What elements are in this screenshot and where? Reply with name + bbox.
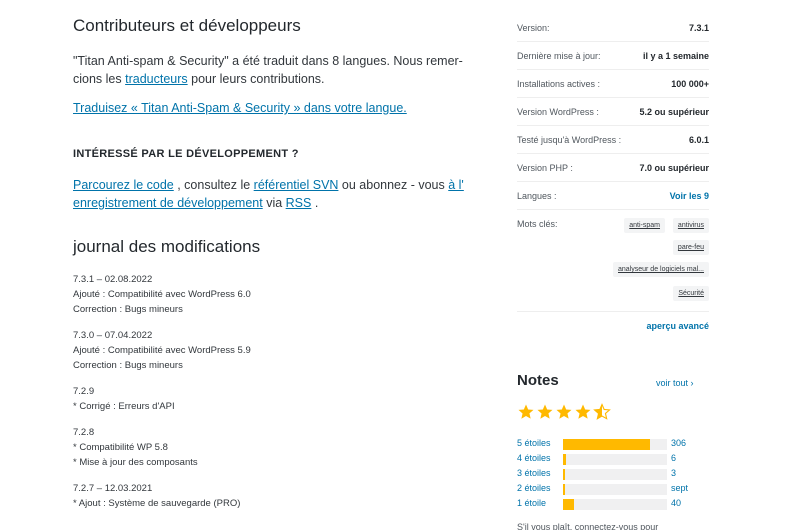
star-full-icon [556, 404, 572, 419]
meta-label: Installations actives : [517, 79, 601, 89]
changelog-entry: 7.2.7 – 12.03.2021 * Ajout : Système de … [73, 481, 473, 511]
changelog-line: Ajouté : Compatibilité avec WordPress 6.… [73, 289, 251, 300]
tag-link[interactable]: Sécurité [673, 286, 709, 301]
rating-bar [563, 469, 667, 480]
rss-link[interactable]: RSS [286, 196, 312, 210]
star-half-icon [593, 403, 611, 420]
rating-label[interactable]: 3 étoiles [517, 468, 551, 478]
rating-bar [563, 499, 667, 510]
tag-link[interactable]: analyseur de logiciels mal... [613, 262, 709, 277]
rating-row-4[interactable]: 4 étoiles 6 [517, 453, 709, 466]
changelog-entry: 7.2.8 * Compatibilité WP 5.8 * Mise à jo… [73, 425, 473, 470]
meta-value: 6.0.1 [688, 135, 709, 145]
changelog-line: Correction : Bugs mineurs [73, 360, 183, 371]
see-all-ratings-link[interactable]: voir tout › [656, 378, 694, 388]
meta-last-updated: Dernière mise à jour: il y a 1 semaine [517, 42, 709, 70]
dev-text-1: , consultez le [173, 178, 254, 192]
changelog-line: Ajouté : Compatibilité avec WordPress 5.… [73, 345, 251, 356]
rating-row-2[interactable]: 2 étoiles sept [517, 483, 709, 496]
changelog-version: 7.2.7 – 12.03.2021 [73, 483, 153, 494]
rating-row-3[interactable]: 3 étoiles 3 [517, 468, 709, 481]
changelog-line: * Ajout : Système de sauvegarde (PRO) [73, 498, 241, 509]
advanced-view-link[interactable]: aperçu avancé [646, 321, 709, 331]
meta-languages: Langues : Voir les 9 [517, 182, 709, 210]
meta-label: Dernière mise à jour: [517, 51, 601, 61]
star-full-icon [537, 404, 553, 419]
meta-label: Mots clés: [517, 219, 558, 229]
meta-tested-up-to: Testé jusqu'à WordPress : 6.0.1 [517, 126, 709, 154]
meta-value: 100 000+ [671, 79, 709, 89]
rating-bar-fill [563, 454, 567, 465]
changelog-line: * Compatibilité WP 5.8 [73, 442, 168, 453]
meta-value: 7.3.1 [688, 23, 709, 33]
rating-count: 40 [671, 498, 682, 508]
changelog-line: * Corrigé : Erreurs d'API [73, 401, 175, 412]
meta-label: Version WordPress : [517, 107, 599, 117]
tag-link[interactable]: antivirus [672, 218, 709, 233]
changelog-version: 7.2.8 [73, 427, 95, 438]
rating-row-1[interactable]: 1 étoile 40 [517, 498, 709, 511]
development-paragraph: Parcourez le code , consultez le référen… [73, 176, 473, 212]
browse-code-link[interactable]: Parcourez le code [73, 178, 174, 192]
changelog-entry: 7.3.0 – 07.04.2022 Ajouté : Compatibilit… [73, 328, 473, 373]
translated-text-after: pour leurs contributions. [187, 72, 325, 86]
star-full-icon [518, 404, 534, 419]
rating-bar-fill [563, 469, 565, 480]
changelog-line: * Mise à jour des composants [73, 457, 198, 468]
translated-paragraph: "Titan Anti-spam & Security" a été tradu… [73, 52, 473, 88]
tag-link[interactable]: pare-feu [672, 240, 709, 255]
meta-active-installs: Installations actives : 100 000+ [517, 70, 709, 98]
rating-count: 306 [671, 438, 687, 448]
rating-label[interactable]: 2 étoiles [517, 483, 551, 493]
changelog-version: 7.2.9 [73, 386, 95, 397]
rating-count: 6 [671, 453, 677, 463]
dev-text-4: . [311, 196, 319, 210]
changelog-line: Correction : Bugs mineurs [73, 304, 183, 315]
rating-bar-fill [563, 439, 651, 450]
rating-bar [563, 484, 667, 495]
meta-value: il y a 1 semaine [642, 51, 709, 61]
see-all-label: voir tout [656, 378, 689, 388]
development-heading: INTÉRESSÉ PAR LE DÉVELOPPEMENT ? [73, 148, 299, 160]
meta-label: Version: [517, 23, 550, 33]
changelog-heading: journal des modifications [73, 237, 261, 256]
dev-text-2: ou abonnez - vous [338, 178, 449, 192]
star-rating [517, 403, 611, 425]
meta-value: 5.2 ou supérieur [639, 107, 709, 117]
meta-label: Version PHP : [517, 163, 573, 173]
meta-wordpress-version: Version WordPress : 5.2 ou supérieur [517, 98, 709, 126]
dev-text-3: via [262, 196, 286, 210]
login-prompt-text: S'il vous plaît, connectez-vous pour [517, 522, 659, 530]
rating-bar-fill [563, 484, 566, 495]
star-full-icon [575, 404, 591, 419]
rating-count: sept [671, 483, 689, 493]
changelog-version: 7.3.0 – 07.04.2022 [73, 330, 153, 341]
meta-label: Langues : [517, 191, 557, 201]
meta-php-version: Version PHP : 7.0 ou supérieur [517, 154, 709, 182]
rating-label[interactable]: 5 étoiles [517, 438, 551, 448]
rating-count: 3 [671, 468, 677, 478]
rating-label[interactable]: 4 étoiles [517, 453, 551, 463]
rating-bar [563, 454, 667, 465]
translators-link[interactable]: traducteurs [125, 72, 188, 86]
rating-label[interactable]: 1 étoile [517, 498, 546, 508]
ratings-heading: Notes [517, 372, 559, 389]
rating-bar-fill [563, 499, 575, 510]
meta-label: Testé jusqu'à WordPress : [517, 135, 622, 145]
changelog-entry: 7.3.1 – 02.08.2022 Ajouté : Compatibilit… [73, 272, 473, 317]
changelog-version: 7.3.1 – 02.08.2022 [73, 274, 153, 285]
meta-version: Version: 7.3.1 [517, 14, 709, 42]
meta-value: 7.0 ou supérieur [639, 163, 709, 173]
tag-link[interactable]: anti-spam [624, 218, 665, 233]
contributors-heading: Contributeurs et développeurs [73, 16, 301, 35]
meta-tags: Mots clés: anti-spam antivirus pare-feu … [517, 210, 709, 312]
rating-row-5[interactable]: 5 étoiles 306 [517, 438, 709, 451]
see-languages-link[interactable]: Voir les 9 [670, 191, 709, 201]
rating-bar [563, 439, 667, 450]
translate-plugin-link[interactable]: Traduisez « Titan Anti-Spam & Security »… [73, 101, 407, 115]
changelog-list: 7.3.1 – 02.08.2022 Ajouté : Compatibilit… [73, 272, 473, 522]
svn-repository-link[interactable]: référentiel SVN [254, 178, 339, 192]
changelog-entry: 7.2.9 * Corrigé : Erreurs d'API [73, 384, 473, 414]
chevron-right-icon: › [690, 378, 694, 388]
